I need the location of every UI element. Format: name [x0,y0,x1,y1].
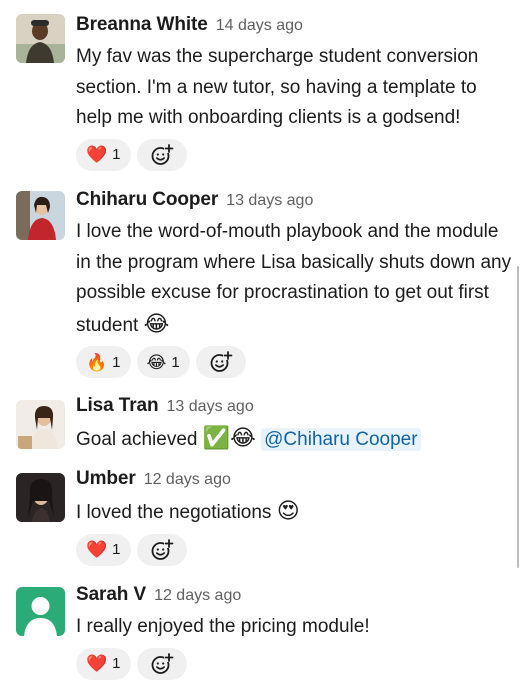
add-reaction-icon [151,538,174,560]
add-reaction-icon [151,652,174,674]
add-reaction-icon [210,351,233,372]
author-name[interactable]: Sarah V [76,584,146,606]
reaction-count: 1 [112,655,121,672]
add-reaction-button[interactable] [136,138,187,171]
heart-emoji-icon: ❤️ [86,654,108,673]
avatar[interactable] [16,400,65,449]
message-text: My fav was the supercharge student conve… [76,46,479,128]
add-reaction-button[interactable] [136,533,187,566]
author-name[interactable]: Umber [76,468,136,490]
heart-emoji-icon: ❤️ [86,540,108,559]
message-text: I really enjoyed the pricing module! [76,616,370,637]
message-text: I loved the negotiations [76,502,272,523]
message-body: Goal achieved ✅😂 @Chiharu Cooper [76,423,516,456]
reaction-heart[interactable]: ❤️ 1 [76,533,131,566]
reaction-count: 1 [112,541,121,558]
scrollbar[interactable] [517,266,519,568]
message-text: I love the word-of-mouth playbook and th… [76,221,512,336]
fire-emoji-icon: 🔥 [86,352,108,372]
add-reaction-button[interactable] [136,647,187,680]
message-text: Goal achieved [76,429,198,450]
avatar[interactable] [16,191,65,240]
author-name[interactable]: Chiharu Cooper [76,189,218,211]
avatar[interactable] [16,587,65,636]
avatar[interactable] [16,473,65,522]
reaction-bar: ❤️ 1 [76,647,521,680]
add-reaction-button[interactable] [195,346,246,378]
laughing-emoji-icon: 😂 [143,310,170,336]
reaction-bar: ❤️ 1 [76,533,521,566]
user-mention[interactable]: @Chiharu Cooper [261,428,421,451]
timestamp[interactable]: 12 days ago [154,587,241,605]
add-reaction-icon [151,143,174,165]
reaction-count: 1 [112,146,121,163]
reaction-bar: 🔥 1 😂 1 [76,346,521,378]
laughing-emoji-icon: 😂 [146,352,167,372]
reaction-count: 1 [112,353,121,371]
author-name[interactable]: Lisa Tran [76,395,159,417]
reaction-heart[interactable]: ❤️ 1 [76,647,131,680]
author-name[interactable]: Breanna White [76,14,208,36]
timestamp[interactable]: 13 days ago [167,398,254,416]
check-laughing-emoji-icon: ✅😂 [202,425,256,450]
reaction-bar: ❤️ 1 [76,138,521,171]
message-body: I love the word-of-mouth playbook and th… [76,217,516,341]
reaction-heart[interactable]: ❤️ 1 [76,138,131,171]
timestamp[interactable]: 12 days ago [144,471,231,489]
heart-emoji-icon: ❤️ [86,145,108,164]
message-body: I loved the negotiations 😍 [76,496,516,529]
timestamp[interactable]: 13 days ago [226,192,313,210]
reaction-fire[interactable]: 🔥 1 [76,346,131,378]
timestamp[interactable]: 14 days ago [216,17,303,35]
reaction-laughing[interactable]: 😂 1 [136,346,190,378]
reaction-count: 1 [171,353,180,371]
avatar[interactable] [16,14,65,63]
heart-eyes-emoji-icon: 😍 [276,498,300,523]
